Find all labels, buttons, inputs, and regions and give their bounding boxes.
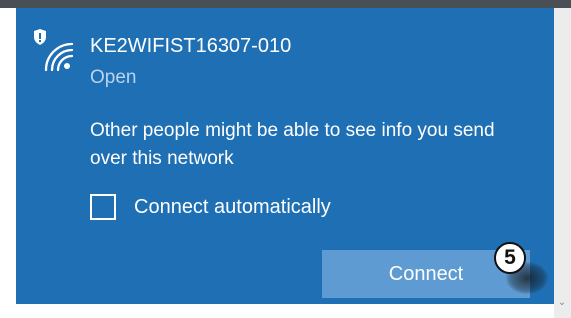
wifi-open-shield-icon [34,29,74,72]
connect-automatically-label: Connect automatically [134,196,331,218]
taskbar-edge [0,0,571,8]
network-security-status: Open [90,67,137,88]
security-warning-text: Other people might be able to see info y… [90,120,495,169]
flyout-bottom-edge [0,304,554,318]
connect-automatically-checkbox[interactable] [90,194,116,220]
network-name: KE2WIFIST16307-010 [90,35,292,57]
scrollbar-track[interactable] [554,8,571,318]
connect-automatically-option[interactable]: Connect automatically [90,192,331,222]
chevron-down-icon[interactable]: ⌄ [557,296,567,310]
step-number-badge: 5 [494,242,526,274]
